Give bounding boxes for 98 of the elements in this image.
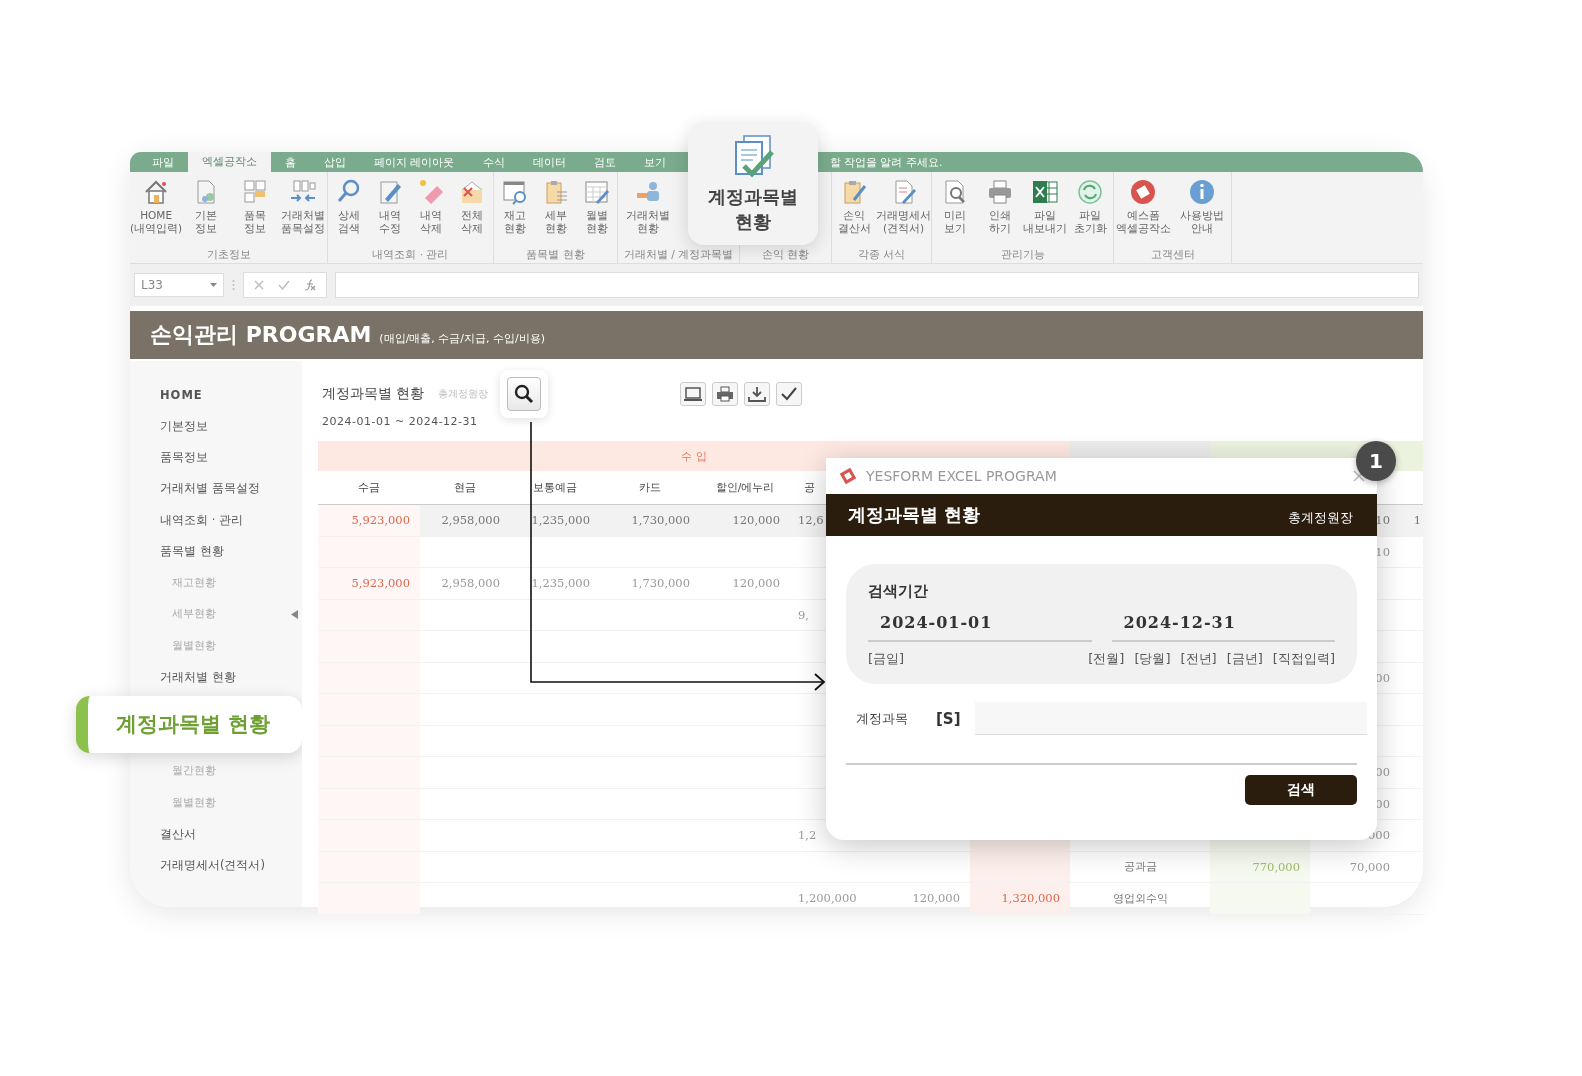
account-label: 계정과목 [856,709,908,728]
sidebar-item[interactable]: 품목정보 [160,449,208,465]
period-link[interactable]: [금일] [868,650,905,668]
window-search-icon [500,178,529,206]
info-icon [1187,178,1216,206]
table-cell: 1,235,000 [510,505,600,537]
ribbon-button[interactable]: HOME (내역입력) [130,178,183,247]
group-label: 품목별 현황 [525,247,586,262]
table-cell: 120,000 [700,505,790,537]
ribbon-button[interactable]: 상세 검색 [328,178,370,247]
toolbar-button[interactable] [776,382,803,406]
group-label: 고객센터 [1149,247,1196,262]
ribbon-button[interactable]: 거래처별 품목설정 [278,178,327,247]
more-icon [232,279,235,291]
check-icon [780,386,799,402]
app-subtitle: (매입/매출, 수금/지급, 수입/비용) [379,331,546,346]
table-cell: 1,320,000 [970,883,1070,915]
table-cell: 1,235,000 [510,568,600,600]
end-date-field[interactable]: 2024-12-31 [1111,607,1335,642]
ribbon-button[interactable]: 예스폼 엑셀공작소 [1114,178,1173,247]
ribbon-button[interactable]: 거래명세서 (견적서) [876,178,931,247]
caret-icon [210,283,217,287]
sidebar-item[interactable]: 결산서 [160,826,196,842]
ribbon-button[interactable]: 재고 현황 [494,178,535,247]
callout-label: 계정과목별 현황 [707,185,799,234]
ribbon-button[interactable]: 내역 삭제 [410,178,452,247]
search-button[interactable]: 검색 [1245,775,1357,805]
table-cell: 120,000 [700,568,790,600]
search-button[interactable] [507,377,542,411]
ribbon-button[interactable]: 손익 결산서 [832,178,876,247]
group-label: 기초정보 [205,247,252,262]
calendar-icon [582,178,611,206]
group-label: 거래처별 / 계정과목별 [622,247,735,262]
table-cell: 5,923,000 [318,568,420,600]
table-cell: 2,958,000 [420,505,510,537]
toolbar-button[interactable] [744,382,771,406]
check-icon [278,280,290,290]
table-cell: 1,730,000 [600,505,700,537]
table-cell: 1 [1400,505,1423,537]
sidebar-item[interactable]: 기본정보 [160,418,208,434]
formula-input[interactable] [335,272,1419,298]
report-title: 계정과목별 현황 [322,385,425,403]
shortcut-label: [S] [936,709,961,728]
report-subtitle: 총계정원장 [438,387,489,401]
table-cell: 1,200,000 [790,883,880,915]
spreadsheet-icon [1031,178,1060,206]
eraser-icon [417,178,446,206]
account-field[interactable] [974,702,1367,735]
table-cell: 70,000 [1310,851,1400,883]
ribbon-button[interactable]: 월별 현황 [576,178,617,247]
highlight-callout: 계정과목별 현황 [76,695,302,753]
cell-reference: L33 [141,278,163,292]
name-box[interactable]: L33 [134,273,224,297]
ribbon-button[interactable]: 미리 보기 [932,178,978,247]
sidebar-item[interactable]: 거래명세서(견적서) [160,858,265,874]
ribbon-button[interactable]: 거래처별 현황 [618,178,679,247]
toolbar-button[interactable] [712,382,739,406]
refresh-icon [1076,178,1105,206]
ribbon-button[interactable]: 내역 수정 [369,178,411,247]
start-date-field[interactable]: 2024-01-01 [868,607,1092,642]
ribbon-button[interactable]: 전체 삭제 [451,178,493,247]
group-label: 손익 현황 [760,247,811,262]
ribbon-button[interactable]: 인쇄 하기 [977,178,1023,247]
ribbon-button[interactable]: 기본 정보 [182,178,231,247]
printer-icon [716,386,735,402]
ribbon-button[interactable]: 세부 현황 [535,178,576,247]
group-label: 관리기능 [999,247,1046,262]
monitor-icon [684,386,703,402]
group-label: 내역조회 · 관리 [371,247,450,262]
close-icon[interactable] [1353,470,1365,482]
period-link[interactable]: [당월] [1134,650,1171,668]
search-icon [514,384,535,404]
table-cell: 770,000 [1210,851,1310,883]
app-title: 손익관리 PROGRAM [150,321,372,349]
ribbon-tab[interactable]: 엑셀공작소 [188,152,271,172]
toolbar-button[interactable] [680,382,707,406]
period-label: 검색기간 [868,582,929,601]
table-cell: 1,730,000 [600,568,700,600]
period-link[interactable]: [전월] [1088,650,1125,668]
cancel-icon [254,280,264,290]
sidebar-item[interactable]: 내역조회 · 관리 [160,512,243,528]
sidebar-item[interactable]: HOME [160,387,203,402]
seal-icon [1129,178,1158,206]
table-cell: 5,923,000 [318,505,420,537]
sidebar-item[interactable]: 거래처별 품목설정 [160,481,260,497]
table-cell: 2,958,000 [420,568,510,600]
ribbon-button[interactable]: 사용방법 안내 [1172,178,1231,247]
date-range: 2024-01-01 ~ 2024-12-31 [321,414,479,430]
ribbon-button[interactable]: 파일 초기화 [1067,178,1113,247]
sidebar-item[interactable]: 품목별 현황 [160,544,224,560]
sidebar-item[interactable]: 거래처별 현황 [160,669,236,685]
group-label: 각종 서식 [856,247,907,262]
ribbon-button[interactable]: 파일 내보내기 [1022,178,1068,247]
download-icon [748,386,767,402]
ribbon-button[interactable]: 품목 정보 [230,178,279,247]
period-link[interactable]: [금년] [1226,650,1263,668]
period-link[interactable]: [전년] [1180,650,1217,668]
function-icon [304,279,316,291]
